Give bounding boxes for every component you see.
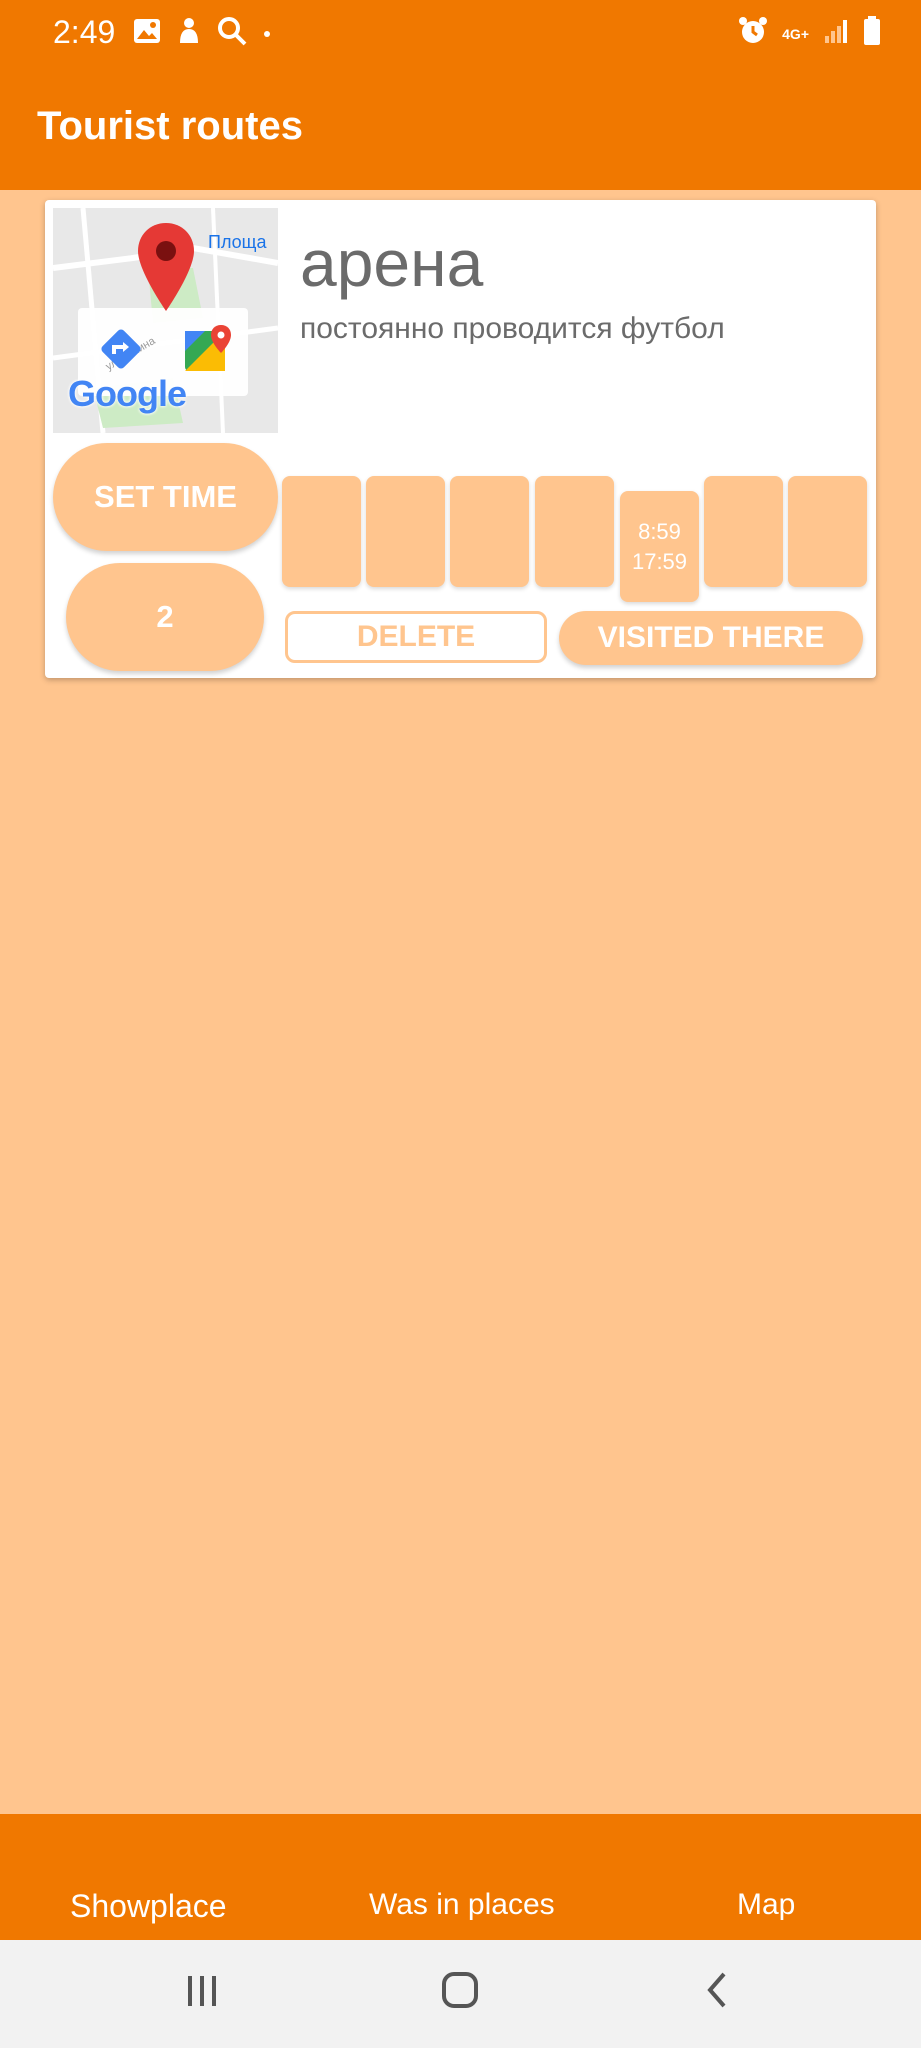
- bottom-navigation: Showplace Was in places Map: [0, 1814, 921, 1940]
- signal-icon: [823, 18, 849, 49]
- day-slot-open: 8:59: [638, 518, 681, 544]
- status-icons-right: 4G+: [738, 16, 881, 51]
- map-pin-icon: [138, 223, 194, 316]
- battery-icon: [863, 16, 881, 51]
- notification-icon: [177, 17, 201, 50]
- place-card[interactable]: Площа ул. Репина Google арена постоянно …: [45, 200, 876, 678]
- back-icon[interactable]: [702, 1970, 732, 2015]
- 4g-icon: 4G+: [782, 25, 809, 42]
- count-button[interactable]: 2: [66, 563, 264, 671]
- home-icon[interactable]: [440, 1970, 480, 2015]
- day-slot-6[interactable]: [704, 476, 783, 587]
- directions-icon[interactable]: [98, 326, 144, 377]
- map-thumbnail[interactable]: Площа ул. Репина Google: [53, 208, 278, 433]
- status-icons-left: [133, 16, 271, 51]
- place-description: постоянно проводится футбол: [300, 312, 725, 345]
- alarm-icon: [738, 16, 768, 51]
- day-slot-1[interactable]: [282, 476, 361, 587]
- google-logo: Google: [68, 373, 187, 414]
- system-navigation-bar: [0, 1940, 921, 2048]
- status-time: 2:49: [53, 14, 116, 50]
- nav-item-was-in-places[interactable]: Was in places: [369, 1888, 555, 1922]
- day-slot-close: 17:59: [631, 548, 688, 574]
- dot-icon: [263, 25, 271, 43]
- gallery-icon: [133, 18, 161, 49]
- recent-apps-icon[interactable]: [184, 1970, 220, 2015]
- set-time-button[interactable]: SET TIME: [53, 443, 278, 551]
- app-bar: Tourist routes: [0, 66, 921, 190]
- nav-item-map[interactable]: Map: [737, 1888, 795, 1922]
- day-slot-3[interactable]: [450, 476, 529, 587]
- day-slot-5[interactable]: 8:59 17:59: [620, 491, 699, 602]
- nav-item-showplace[interactable]: Showplace: [70, 1888, 227, 1925]
- delete-button[interactable]: DELETE: [285, 611, 547, 663]
- day-slot-2[interactable]: [366, 476, 445, 587]
- google-maps-icon[interactable]: [183, 323, 233, 378]
- day-slot-4[interactable]: [535, 476, 614, 587]
- map-street-label: Площа: [208, 232, 267, 252]
- visited-there-button[interactable]: VISITED THERE: [559, 611, 863, 665]
- search-icon: [217, 16, 247, 51]
- place-title: арена: [300, 226, 484, 300]
- day-slot-7[interactable]: [788, 476, 867, 587]
- status-bar: 2:49 4G+: [0, 0, 921, 66]
- app-title: Tourist routes: [37, 104, 303, 148]
